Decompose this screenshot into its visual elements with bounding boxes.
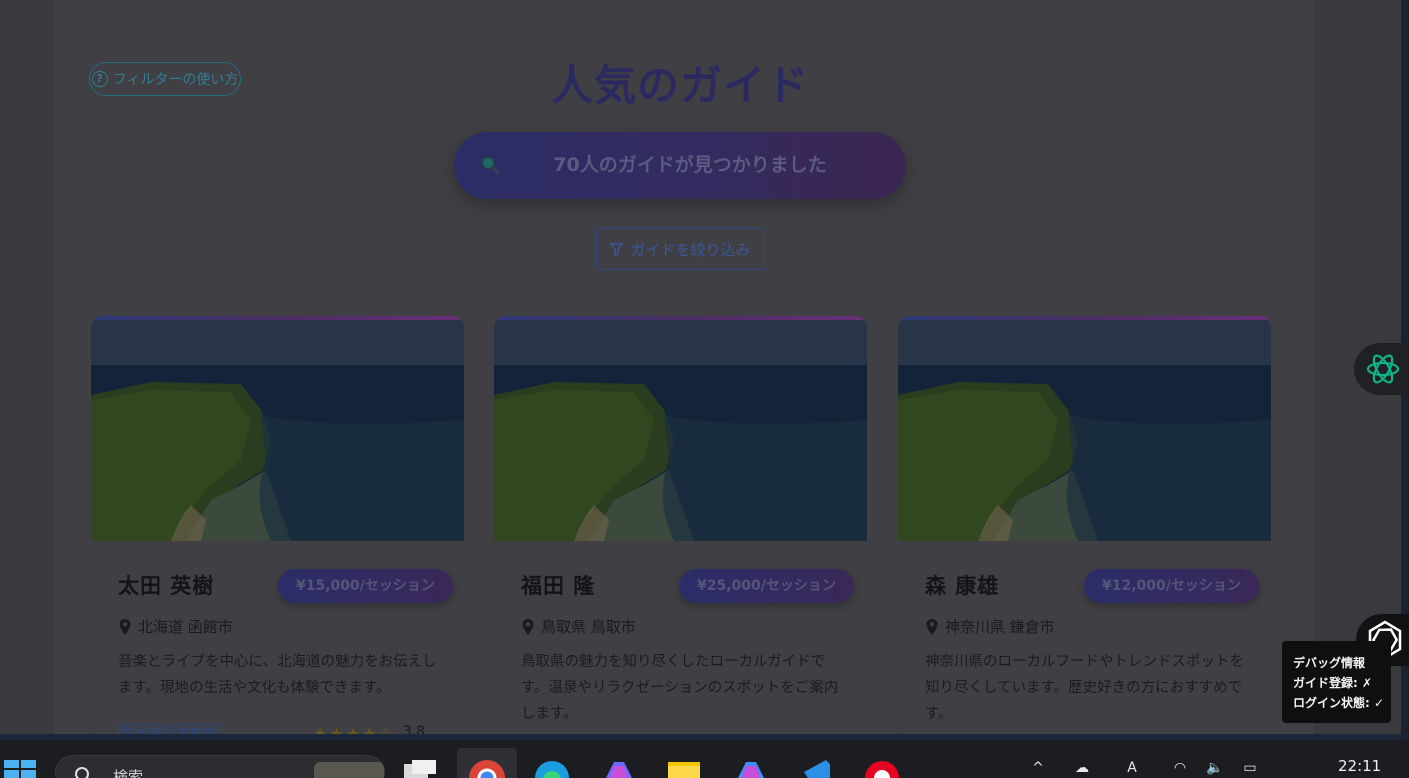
debug-login-status: ログイン状態: ✓ <box>1293 696 1385 710</box>
filter-icon <box>610 242 624 256</box>
copilot-app-icon[interactable] <box>730 758 770 778</box>
guide-photo <box>494 320 867 541</box>
taskbar-search[interactable]: 検索 <box>55 755 385 778</box>
guide-description: 鳥取県の魅力を知り尽くしたローカルガイドです。温泉やリラクゼーションのスポットを… <box>521 654 839 722</box>
taskbar-clock[interactable]: 22:11 <box>1338 757 1381 775</box>
file-explorer-icon[interactable] <box>664 758 704 778</box>
search-highlight-image <box>314 762 384 778</box>
guide-photo <box>91 320 464 541</box>
debug-title: デバッグ情報 <box>1293 656 1366 670</box>
location-pin-icon <box>522 618 534 635</box>
guide-location-text: 鳥取県 鳥取市 <box>541 618 636 636</box>
guide-card[interactable]: 太田 英樹 ¥15,000/セッション 北海道 函館市 音楽とライブを中心に、北… <box>91 316 464 736</box>
taskbar-search-placeholder: 検索 <box>113 768 144 778</box>
taskbar: 検索 ^ ☁ A ◠ 🔈 ▭ 22:11 <box>0 740 1409 778</box>
task-view-icon[interactable] <box>400 758 440 778</box>
debug-panel: デバッグ情報 ガイド登録: ✗ ログイン状態: ✓ <box>1282 641 1391 723</box>
price-badge: ¥15,000/セッション <box>278 569 453 603</box>
location-pin-icon <box>926 618 938 635</box>
price-badge: ¥12,000/セッション <box>1084 569 1259 603</box>
search-result-text: 70人のガイドが見つかりました <box>553 154 827 176</box>
weather-cloud-icon[interactable]: ☁ <box>1072 760 1092 778</box>
filter-guides-label: ガイドを絞り込み <box>630 240 751 259</box>
search-icon <box>75 767 89 778</box>
copilot-icon[interactable] <box>598 758 638 778</box>
guide-card[interactable]: 森 康雄 ¥12,000/セッション 神奈川県 鎌倉市 神奈川県のローカルフード… <box>898 316 1271 736</box>
guide-name: 太田 英樹 <box>118 574 215 598</box>
guide-description: 神奈川県のローカルフードやトレンドスポットを知り尽くしています。歴史好きの方にお… <box>925 654 1244 722</box>
guide-location: 北海道 函館市 <box>118 616 233 637</box>
page-title: 人気のガイド <box>550 61 809 110</box>
ime-indicator-icon[interactable]: A <box>1122 760 1142 778</box>
guide-location-text: 北海道 函館市 <box>138 618 233 636</box>
guide-card[interactable]: 福田 隆 ¥25,000/セッション 鳥取県 鳥取市 鳥取県の魅力を知り尽くした… <box>494 316 867 736</box>
tray-overflow-chevron-icon[interactable]: ^ <box>1028 760 1048 778</box>
assistant-button[interactable] <box>1354 343 1409 395</box>
guide-name: 福田 隆 <box>521 574 596 598</box>
guide-description: 音楽とライブを中心に、北海道の魅力をお伝えします。現地の生活や文化も体験できます… <box>118 654 437 696</box>
volume-icon[interactable]: 🔈 <box>1205 760 1225 778</box>
search-result-bar[interactable]: 70人のガイドが見つかりました <box>454 132 906 199</box>
ai-assistant-icon <box>1366 354 1400 384</box>
chrome-icon[interactable] <box>467 758 507 778</box>
guide-name: 森 康雄 <box>925 574 1000 598</box>
location-pin-icon <box>119 618 131 635</box>
guide-location: 神奈川県 鎌倉市 <box>925 616 1055 637</box>
guide-photo <box>898 320 1271 541</box>
battery-icon[interactable]: ▭ <box>1240 760 1260 778</box>
vscode-icon[interactable] <box>796 758 836 778</box>
debug-guide-registration: ガイド登録: ✗ <box>1293 676 1373 690</box>
guide-location: 鳥取県 鳥取市 <box>521 616 636 637</box>
pinterest-icon[interactable] <box>862 758 902 778</box>
price-badge: ¥25,000/セッション <box>679 569 854 603</box>
filter-guides-button[interactable]: ガイドを絞り込み <box>596 228 764 270</box>
windows-start-icon[interactable] <box>4 760 36 778</box>
guide-location-text: 神奈川県 鎌倉市 <box>945 618 1055 636</box>
wifi-icon[interactable]: ◠ <box>1170 760 1190 778</box>
edge-icon[interactable] <box>532 758 572 778</box>
